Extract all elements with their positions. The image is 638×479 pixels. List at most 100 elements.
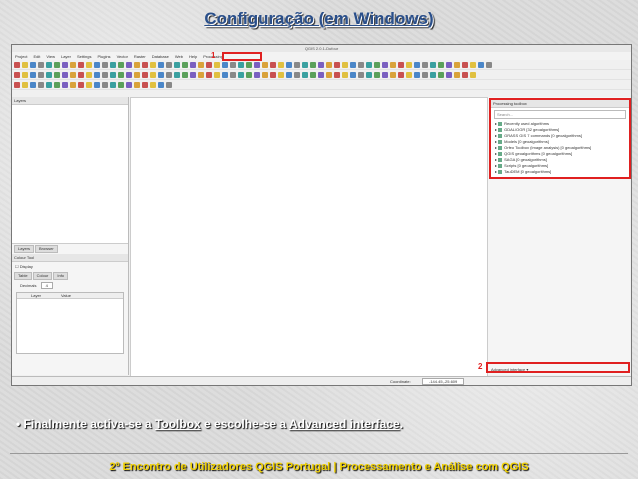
toolbar-button-icon[interactable] (62, 61, 68, 68)
toolbar-button-icon[interactable] (30, 81, 36, 88)
toolbar-button-icon[interactable] (102, 71, 108, 78)
toolbar-button-icon[interactable] (182, 71, 188, 78)
toolbar-button-icon[interactable] (278, 71, 284, 78)
toolbar-button-icon[interactable] (78, 71, 84, 78)
menu-item-web[interactable]: Web (175, 54, 183, 59)
toolbar-button-icon[interactable] (222, 61, 228, 68)
toolbar-button-icon[interactable] (110, 71, 116, 78)
toolbar-button-icon[interactable] (406, 71, 412, 78)
toolbar-button-icon[interactable] (238, 71, 244, 78)
toolbar-button-icon[interactable] (38, 71, 44, 78)
toolbar-button-icon[interactable] (198, 71, 204, 78)
toolbar-button-icon[interactable] (54, 71, 60, 78)
toolbar-button-icon[interactable] (166, 61, 172, 68)
toolbar-button-icon[interactable] (270, 71, 276, 78)
toolbar-button-icon[interactable] (118, 81, 124, 88)
toolbar-button-icon[interactable] (30, 61, 36, 68)
toolbar-button-icon[interactable] (22, 81, 28, 88)
menu-item-edit[interactable]: Edit (33, 54, 40, 59)
toolbar-button-icon[interactable] (78, 61, 84, 68)
toolbar-button-icon[interactable] (70, 71, 76, 78)
toolbar-button-icon[interactable] (318, 71, 324, 78)
toolbar-button-icon[interactable] (14, 71, 20, 78)
toolbar-button-icon[interactable] (390, 61, 396, 68)
toolbar-button-icon[interactable] (262, 61, 268, 68)
tab-table[interactable]: Table (14, 272, 32, 280)
toolbar-button-icon[interactable] (94, 81, 100, 88)
toolbar-button-icon[interactable] (14, 81, 20, 88)
toolbar-button-icon[interactable] (110, 61, 116, 68)
toolbar-button-icon[interactable] (430, 71, 436, 78)
toolbar-button-icon[interactable] (374, 61, 380, 68)
toolbar-button-icon[interactable] (214, 71, 220, 78)
toolbar-button-icon[interactable] (246, 61, 252, 68)
toolbar-button-icon[interactable] (342, 71, 348, 78)
toolbar-button-icon[interactable] (230, 61, 236, 68)
menu-item-view[interactable]: View (46, 54, 55, 59)
toolbar-button-icon[interactable] (318, 61, 324, 68)
toolbar-button-icon[interactable] (286, 61, 292, 68)
toolbar-button-icon[interactable] (358, 61, 364, 68)
toolbar-button-icon[interactable] (134, 71, 140, 78)
toolbar-button-icon[interactable] (438, 61, 444, 68)
toolbar-button-icon[interactable] (398, 61, 404, 68)
toolbar-button-icon[interactable] (382, 71, 388, 78)
toolbar-button-icon[interactable] (86, 71, 92, 78)
menu-item-help[interactable]: Help (189, 54, 197, 59)
tab-browser[interactable]: Browser (35, 245, 58, 253)
toolbar-button-icon[interactable] (30, 71, 36, 78)
toolbar-button-icon[interactable] (302, 61, 308, 68)
toolbar-button-icon[interactable] (454, 61, 460, 68)
toolbar-button-icon[interactable] (398, 71, 404, 78)
toolbar-button-icon[interactable] (134, 81, 140, 88)
menu-item-settings[interactable]: Settings (77, 54, 91, 59)
toolbar-button-icon[interactable] (246, 71, 252, 78)
toolbar-button-icon[interactable] (134, 61, 140, 68)
toolbar-button-icon[interactable] (230, 71, 236, 78)
toolbar-button-icon[interactable] (86, 81, 92, 88)
toolbar-button-icon[interactable] (102, 81, 108, 88)
toolbar-button-icon[interactable] (102, 61, 108, 68)
menu-item-raster[interactable]: Raster (134, 54, 146, 59)
toolbar-button-icon[interactable] (342, 61, 348, 68)
toolbar-button-icon[interactable] (94, 71, 100, 78)
toolbar-button-icon[interactable] (126, 71, 132, 78)
toolbar-button-icon[interactable] (358, 71, 364, 78)
toolbar-button-icon[interactable] (462, 61, 468, 68)
menu-item-project[interactable]: Project (15, 54, 27, 59)
toolbar-button-icon[interactable] (406, 61, 412, 68)
toolbar-button-icon[interactable] (350, 71, 356, 78)
toolbar-button-icon[interactable] (126, 61, 132, 68)
toolbar-button-icon[interactable] (422, 61, 428, 68)
toolbar-button-icon[interactable] (118, 61, 124, 68)
toolbar-button-icon[interactable] (374, 71, 380, 78)
toolbar-button-icon[interactable] (470, 61, 476, 68)
toolbar-button-icon[interactable] (174, 71, 180, 78)
toolbar-button-icon[interactable] (150, 61, 156, 68)
toolbar-button-icon[interactable] (142, 71, 148, 78)
toolbar-button-icon[interactable] (302, 71, 308, 78)
toolbar-button-icon[interactable] (46, 61, 52, 68)
toolbar-button-icon[interactable] (22, 71, 28, 78)
toolbar-button-icon[interactable] (382, 61, 388, 68)
toolbar-button-icon[interactable] (54, 81, 60, 88)
toolbar-button-icon[interactable] (174, 61, 180, 68)
toolbar-button-icon[interactable] (54, 61, 60, 68)
toolbar-button-icon[interactable] (46, 71, 52, 78)
toolbar-button-icon[interactable] (190, 71, 196, 78)
toolbar-button-icon[interactable] (78, 81, 84, 88)
toolbar-button-icon[interactable] (166, 81, 172, 88)
toolbar-button-icon[interactable] (334, 71, 340, 78)
tab-colour[interactable]: Colour (32, 272, 53, 280)
toolbar-button-icon[interactable] (190, 61, 196, 68)
toolbar-button-icon[interactable] (254, 71, 260, 78)
toolbar-button-icon[interactable] (310, 71, 316, 78)
toolbar-button-icon[interactable] (366, 61, 372, 68)
toolbar-button-icon[interactable] (182, 61, 188, 68)
toolbar-button-icon[interactable] (14, 61, 20, 68)
toolbar-button-icon[interactable] (86, 61, 92, 68)
map-canvas[interactable] (130, 97, 488, 377)
toolbar-button-icon[interactable] (278, 61, 284, 68)
toolbar-button-icon[interactable] (438, 71, 444, 78)
tab-layers[interactable]: Layers (14, 245, 35, 253)
